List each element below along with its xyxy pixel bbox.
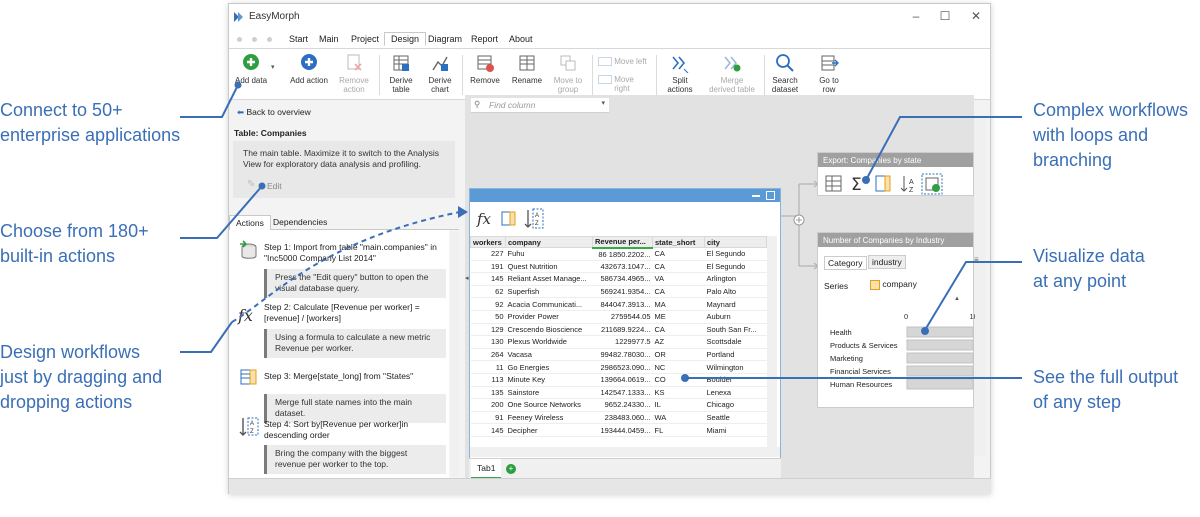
axis-tick-label: 0 xyxy=(904,312,908,321)
callout-complex-line2: with loops and xyxy=(1033,125,1149,145)
axis-tick-label: 100 xyxy=(970,312,976,321)
callout-connect: Connect to 50+ enterprise applications xyxy=(0,98,180,148)
callout-fulloutput-line2: of any step xyxy=(1033,392,1122,412)
callout-connect-line1: Connect to 50+ xyxy=(0,100,123,120)
industry-box[interactable]: Number of Companies by Industry Category… xyxy=(817,232,976,408)
bar[interactable] xyxy=(906,352,974,364)
callout-choose: Choose from 180+ built-in actions xyxy=(0,219,149,269)
callout-visualize: Visualize data at any point xyxy=(1033,244,1145,294)
callout-connect-line2: enterprise applications xyxy=(0,125,181,145)
svg-text:A: A xyxy=(909,179,914,186)
export-box-title: Export: Companies by state xyxy=(818,153,973,167)
callout-visualize-line2: at any point xyxy=(1033,271,1127,291)
export-box-icons: Σ AZ xyxy=(825,173,943,195)
industry-bar-chart: 0100200HealthProducts & ServicesMarketin… xyxy=(830,312,976,390)
category-label: Products & Services xyxy=(830,341,898,350)
callout-complex-line1: Complex workflows xyxy=(1033,100,1189,120)
category-label: Marketing xyxy=(830,354,863,363)
callout-design: Design workflows just by dragging and dr… xyxy=(0,340,162,415)
export-box[interactable]: Export: Companies by state Σ AZ xyxy=(817,152,974,196)
bar[interactable] xyxy=(906,365,974,377)
callout-choose-line1: Choose from 180+ xyxy=(0,221,149,241)
callout-choose-line2: built-in actions xyxy=(0,246,116,266)
chart-scroll-icon[interactable]: ≡ xyxy=(974,255,979,264)
callout-design-line1: Design workflows xyxy=(0,342,141,362)
bar[interactable] xyxy=(906,378,974,390)
callout-design-line3: dropping actions xyxy=(0,392,133,412)
category-label: Health xyxy=(830,328,852,337)
callout-design-line2: just by dragging and xyxy=(0,367,163,387)
bar[interactable] xyxy=(906,326,974,338)
callout-fulloutput: See the full output of any step xyxy=(1033,365,1178,415)
category-label: Human Resources xyxy=(830,380,892,389)
category-label: Financial Services xyxy=(830,367,891,376)
callout-fulloutput-line1: See the full output xyxy=(1033,367,1179,387)
callout-complex-line3: branching xyxy=(1033,150,1113,170)
svg-text:Z: Z xyxy=(909,187,914,194)
callout-visualize-line1: Visualize data xyxy=(1033,246,1145,266)
bar[interactable] xyxy=(906,339,974,351)
status-bar xyxy=(229,478,991,494)
svg-text:Σ: Σ xyxy=(851,175,862,195)
callout-complex: Complex workflows with loops and branchi… xyxy=(1033,98,1188,173)
